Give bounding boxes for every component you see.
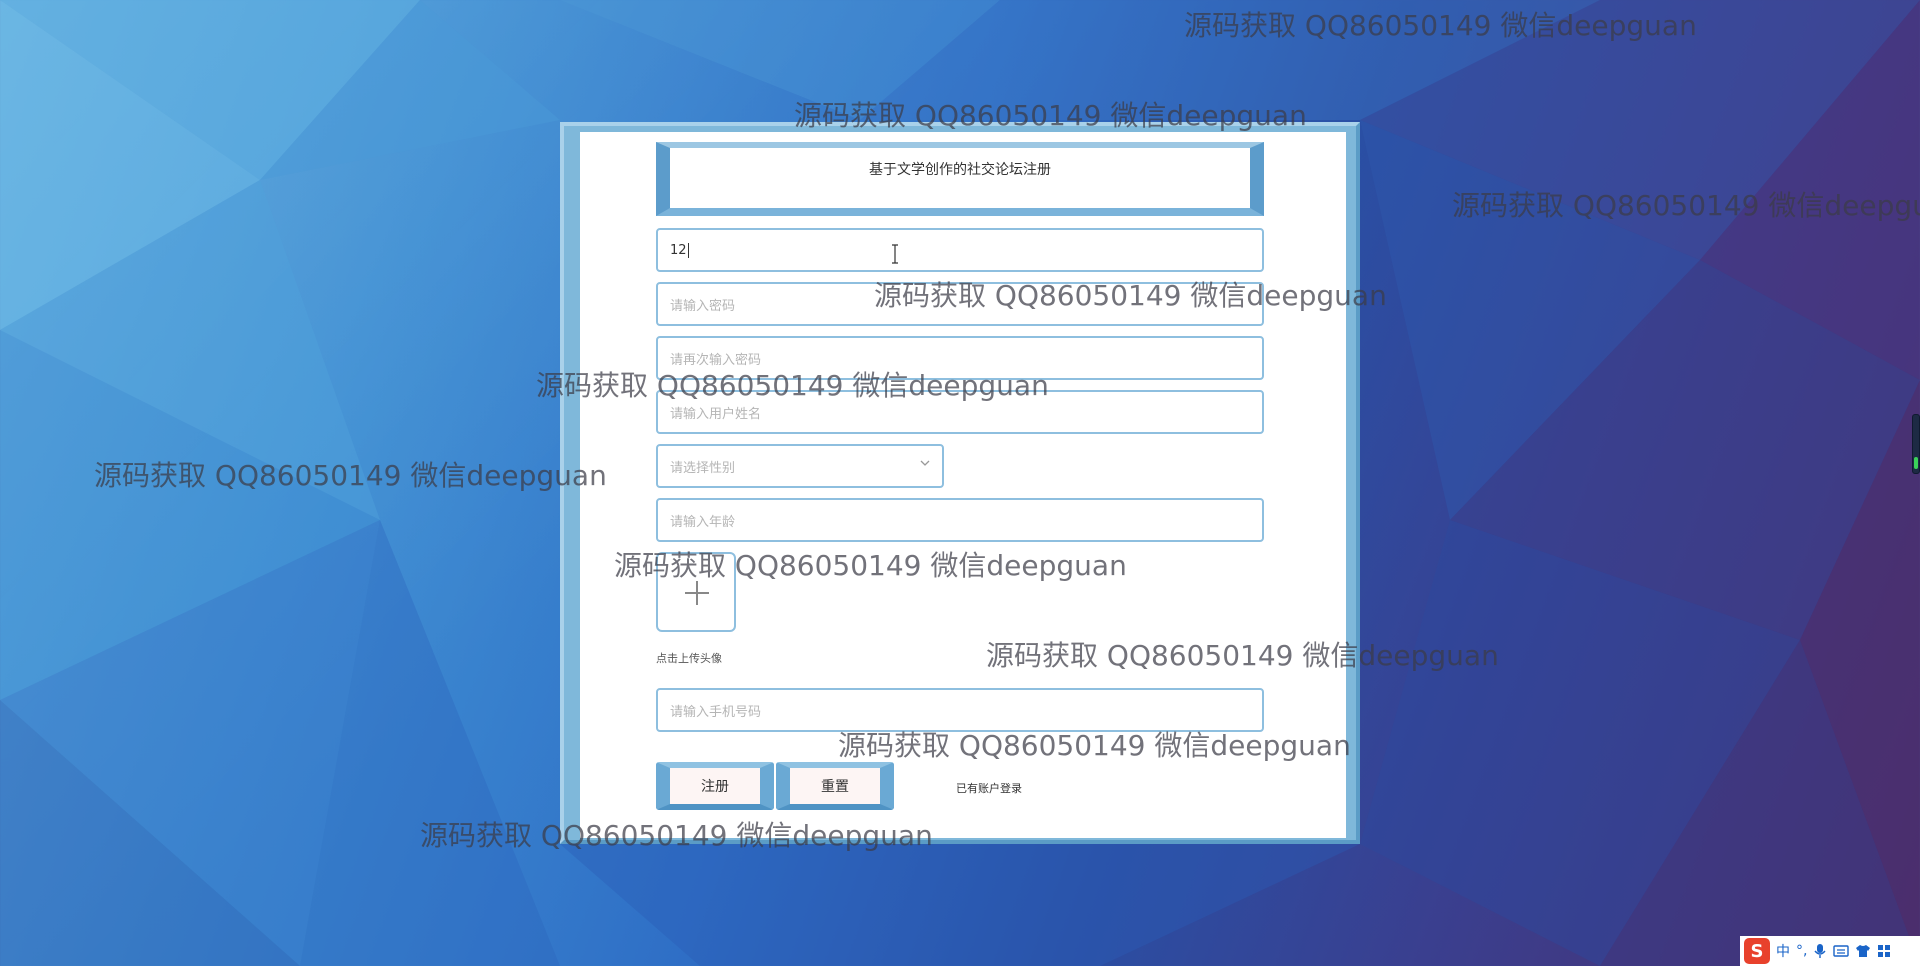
keyboard-icon[interactable]	[1833, 944, 1850, 958]
watermark: 源码获取 QQ86050149 微信deepguan	[986, 639, 1499, 672]
watermark: 源码获取 QQ86050149 微信deepguan	[420, 819, 933, 852]
watermark: 源码获取 QQ86050149 微信deepguan	[94, 459, 607, 492]
watermark: 源码获取 QQ86050149 微信deepguan	[1184, 9, 1697, 42]
ime-punct-toggle[interactable]: °,	[1796, 943, 1807, 959]
watermark: 源码获取 QQ86050149 微信deepguan	[838, 729, 1351, 762]
name-placeholder: 请输入用户姓名	[670, 406, 762, 422]
register-button-label: 注册	[701, 779, 729, 795]
age-input[interactable]: 请输入年龄	[656, 498, 1264, 542]
password-placeholder: 请输入密码	[670, 298, 736, 314]
mic-icon[interactable]	[1813, 943, 1827, 959]
gender-select[interactable]: 请选择性别	[656, 444, 944, 488]
watermark: 源码获取 QQ86050149 微信deepguan	[794, 99, 1307, 132]
shirt-icon[interactable]	[1855, 944, 1871, 958]
watermark: 源码获取 QQ86050149 微信deepguan	[614, 549, 1127, 582]
username-input[interactable]: 12	[656, 228, 1264, 272]
reset-button[interactable]: 重置	[776, 762, 894, 810]
reset-button-label: 重置	[821, 779, 849, 795]
age-placeholder: 请输入年龄	[670, 514, 736, 530]
watermark: 源码获取 QQ86050149 微信deepguan	[1452, 189, 1920, 222]
register-button[interactable]: 注册	[656, 762, 774, 810]
chevron-down-icon	[920, 460, 930, 466]
grid-icon[interactable]	[1877, 944, 1891, 958]
text-caret	[687, 242, 689, 258]
level-fill	[1914, 457, 1918, 469]
ibeam-cursor-icon	[892, 244, 898, 264]
avatar-upload-label: 点击上传头像	[656, 652, 722, 665]
plus-icon-vertical	[696, 581, 698, 605]
form-title-box: 基于文学创作的社交论坛注册	[656, 142, 1264, 216]
side-level-indicator	[1912, 414, 1920, 474]
watermark: 源码获取 QQ86050149 微信deepguan	[874, 279, 1387, 312]
watermark: 源码获取 QQ86050149 微信deepguan	[536, 369, 1049, 402]
sogou-logo-icon[interactable]: S	[1744, 938, 1770, 964]
login-link[interactable]: 已有账户登录	[956, 780, 1022, 796]
gender-placeholder: 请选择性别	[670, 460, 736, 476]
ime-mode-toggle[interactable]: 中	[1776, 941, 1790, 961]
username-value: 12	[670, 242, 687, 258]
form-title: 基于文学创作的社交论坛注册	[869, 162, 1051, 178]
ime-toolbar: S 中 °,	[1740, 936, 1920, 966]
phone-placeholder: 请输入手机号码	[670, 704, 762, 720]
